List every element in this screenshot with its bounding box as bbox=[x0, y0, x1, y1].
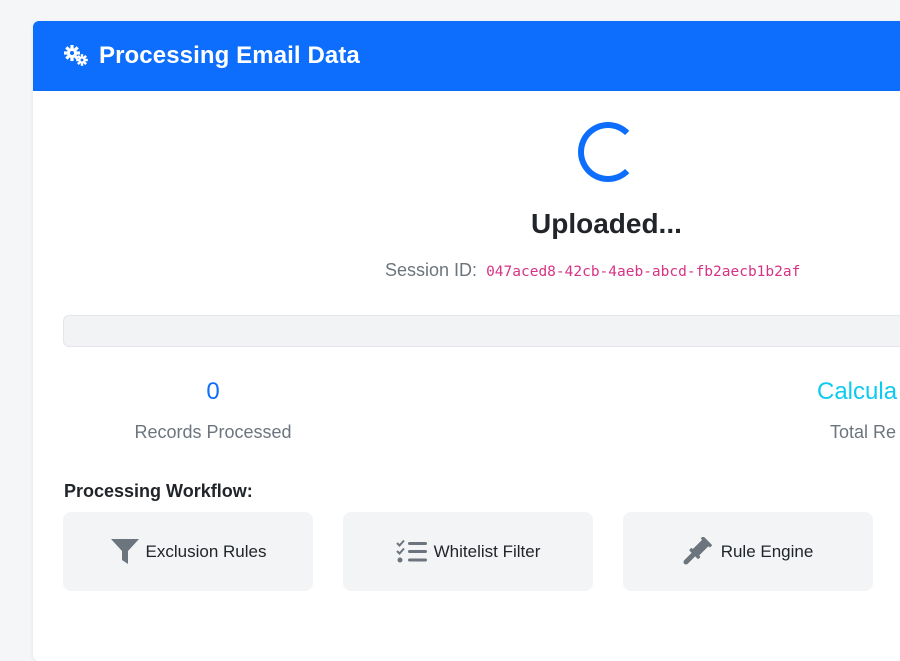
processing-card: Processing Email Data Uploaded... Sessio… bbox=[33, 21, 900, 661]
workflow-step-whitelist-filter[interactable]: Whitelist Filter bbox=[343, 512, 593, 591]
stat-value: Calcula bbox=[817, 378, 898, 405]
filter-icon bbox=[110, 538, 139, 564]
stat-label: Total Re bbox=[830, 422, 897, 442]
workflow-step-exclusion-rules[interactable]: Exclusion Rules bbox=[63, 512, 313, 591]
status-title: Uploaded... bbox=[531, 208, 682, 239]
stat-records-processed: 0 Records Processed bbox=[98, 378, 328, 443]
page-title: Processing Email Data bbox=[99, 42, 360, 69]
loading-spinner-icon bbox=[578, 122, 638, 182]
gavel-icon bbox=[683, 536, 712, 564]
progress-bar bbox=[63, 315, 900, 347]
workflow-step-rule-engine[interactable]: Rule Engine bbox=[623, 512, 873, 591]
step-label: Exclusion Rules bbox=[145, 541, 267, 561]
gears-icon bbox=[64, 45, 88, 66]
list-check-icon bbox=[395, 539, 427, 562]
session-label: Session ID: bbox=[385, 260, 478, 280]
stat-value: 0 bbox=[206, 378, 220, 405]
card-header: Processing Email Data bbox=[33, 21, 900, 91]
step-label: Rule Engine bbox=[720, 541, 814, 561]
stat-total-records: Calcula Total Re bbox=[817, 378, 897, 443]
session-id: 047aced8-42cb-4aeb-abcd-fb2aecb1b2af bbox=[486, 264, 801, 280]
stat-label: Records Processed bbox=[134, 422, 292, 442]
workflow-title: Processing Workflow: bbox=[64, 481, 253, 501]
session-info: Session ID: 047aced8-42cb-4aeb-abcd-fb2a… bbox=[385, 260, 800, 281]
step-label: Whitelist Filter bbox=[433, 541, 541, 561]
